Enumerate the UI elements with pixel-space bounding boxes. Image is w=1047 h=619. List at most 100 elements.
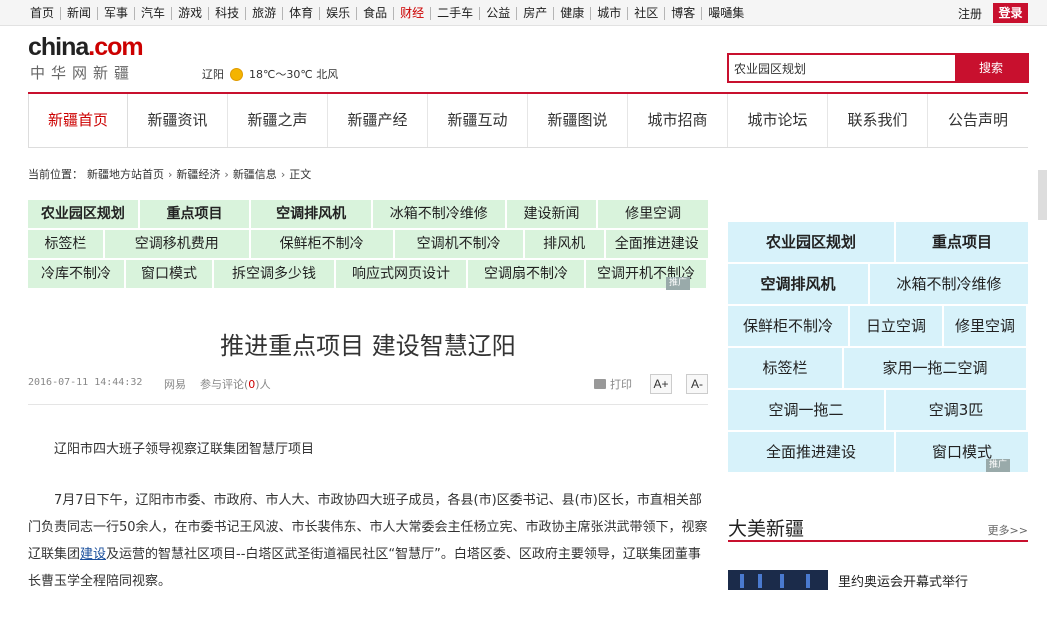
tag-link[interactable]: 响应式网页设计 (336, 260, 466, 288)
weather-text: 18℃～30℃ 北风 (249, 68, 339, 81)
article-source: 网易 (164, 378, 186, 391)
weather-widget: 辽阳 18℃～30℃ 北风 (202, 66, 338, 82)
tag-link[interactable]: 空调一拖二 (728, 390, 884, 430)
tag-link[interactable]: 农业园区规划 (28, 200, 138, 228)
top-nav-item[interactable]: 汽车 (134, 6, 171, 20)
tag-row: 保鲜柜不制冷 日立空调 修里空调 (728, 306, 1028, 346)
top-nav-item[interactable]: 食品 (356, 6, 393, 20)
printer-icon (594, 379, 606, 389)
tag-link[interactable]: 空调排风机 (728, 264, 868, 304)
tag-link[interactable]: 标签栏 (728, 348, 842, 388)
top-nav-item[interactable]: 财经 (393, 6, 430, 20)
site-logo[interactable]: china.com 中华网新疆 (28, 34, 158, 86)
print-label: 打印 (610, 378, 632, 391)
news-item-link[interactable]: 里约奥运会开幕式举行 (838, 571, 968, 590)
tag-link[interactable]: 窗口模式 (126, 260, 212, 288)
tag-link[interactable]: 空调扇不制冷 (468, 260, 584, 288)
top-nav-item[interactable]: 城市 (590, 6, 627, 20)
top-nav-item[interactable]: 游戏 (171, 6, 208, 20)
top-nav-item[interactable]: 科技 (208, 6, 245, 20)
tag-link[interactable]: 保鲜柜不制冷 (250, 230, 393, 258)
scrollbar[interactable] (1038, 170, 1047, 220)
comment-link[interactable]: 参与评论(0)人 (200, 376, 271, 392)
tag-link[interactable]: 空调移机费用 (104, 230, 249, 258)
main-nav-item[interactable]: 新疆图说 (528, 94, 628, 147)
section-title: 大美新疆 (728, 518, 805, 540)
print-button[interactable]: 打印 (594, 376, 632, 392)
tag-link[interactable]: 空调排风机 (251, 200, 371, 228)
top-nav-item[interactable]: 二手车 (430, 6, 479, 20)
article-title: 推进重点项目 建设智慧辽阳 (220, 332, 516, 360)
main-nav-item[interactable]: 新疆之声 (228, 94, 328, 147)
tag-link[interactable]: 全面推进建设 (728, 432, 894, 472)
main-nav-item[interactable]: 新疆互动 (428, 94, 528, 147)
breadcrumb-item[interactable]: 新疆信息 (233, 166, 277, 182)
top-nav-item[interactable]: 健康 (553, 6, 590, 20)
top-nav-item[interactable]: 新闻 (60, 6, 97, 20)
tag-link[interactable]: 全面推进建设 (605, 230, 708, 258)
tag-link[interactable]: 农业园区规划 (728, 222, 894, 262)
font-decrease-button[interactable]: A- (686, 374, 708, 394)
tag-link[interactable]: 家用一拖二空调 (844, 348, 1026, 388)
tag-row: 标签栏 空调移机费用 保鲜柜不制冷 空调机不制冷 排风机 全面推进建设 (28, 230, 708, 258)
article-body: 辽阳市四大班子领导视察辽联集团智慧厅项目 7月7日下午，辽阳市市委、市政府、市人… (28, 436, 708, 619)
tag-link[interactable]: 保鲜柜不制冷 (728, 306, 848, 346)
top-nav-item[interactable]: 娱乐 (319, 6, 356, 20)
main-nav-item-active[interactable]: 新疆首页 (28, 94, 128, 147)
tag-link[interactable]: 冰箱不制冷维修 (372, 200, 505, 228)
article-meta: 2016-07-11 14:44:32 网易 参与评论(0)人 打印 A+ A- (28, 374, 708, 398)
main-nav-item[interactable]: 城市论坛 (728, 94, 828, 147)
breadcrumb-separator: › (224, 167, 229, 181)
divider (28, 404, 708, 405)
tag-link[interactable]: 重点项目 (139, 200, 250, 228)
top-nav-item[interactable]: 博客 (664, 6, 701, 20)
tag-link[interactable]: 修里空调 (598, 200, 708, 228)
breadcrumb-item[interactable]: 新疆地方站首页 (87, 166, 164, 182)
main-nav-item[interactable]: 新疆资讯 (128, 94, 228, 147)
main-nav-item[interactable]: 城市招商 (628, 94, 728, 147)
section-header: 大美新疆 更多>> (728, 502, 1028, 542)
paragraph-text: 及运营的智慧社区项目--白塔区武圣街道福民社区“智慧厅”。白塔区委、区政府主要领… (28, 547, 701, 589)
top-nav-item[interactable]: 社区 (627, 6, 664, 20)
tag-row: 空调一拖二 空调3匹 (728, 390, 1028, 430)
top-bar: 首页 新闻 军事 汽车 游戏 科技 旅游 体育 娱乐 食品 财经 二手车 公益 房产 健康 城市 社区 博客 嘬嗵集… (0, 0, 1047, 26)
news-thumbnail[interactable] (728, 570, 828, 590)
top-nav-item[interactable]: 公益 (479, 6, 516, 20)
tag-link[interactable]: 排风机 (524, 230, 604, 258)
breadcrumb: 当前位置： 新疆地方站首页 › 新疆经济 › 新疆信息 › 正文 (28, 166, 311, 182)
main-nav-item[interactable]: 新疆产经 (328, 94, 428, 147)
register-link[interactable]: 注册 (958, 5, 982, 22)
top-nav-item[interactable]: 房产 (516, 6, 553, 20)
logo-text: china (28, 33, 89, 61)
main-nav-item[interactable]: 联系我们 (828, 94, 928, 147)
tag-link[interactable]: 冰箱不制冷维修 (870, 264, 1028, 304)
top-nav-item[interactable]: 嘬嗵集 (701, 6, 750, 20)
tag-link[interactable]: 重点项目 (896, 222, 1028, 262)
tag-link[interactable]: 标签栏 (28, 230, 103, 258)
tag-link[interactable]: 日立空调 (850, 306, 942, 346)
search-button[interactable]: 搜索 (955, 55, 1027, 81)
tag-row: 冷库不制冷 窗口模式 拆空调多少钱 响应式网页设计 空调扇不制冷 空调开机不制冷 (28, 260, 708, 288)
top-nav-item[interactable]: 军事 (97, 6, 134, 20)
tag-cloud-side: 农业园区规划 重点项目 空调排风机 冰箱不制冷维修 保鲜柜不制冷 日立空调 修里空调 标签栏家… (728, 222, 1028, 474)
login-button[interactable]: 登录 (993, 3, 1028, 23)
main-nav-item[interactable]: 公告声明 (928, 94, 1028, 147)
top-nav-item[interactable]: 体育 (282, 6, 319, 20)
search-input[interactable] (729, 55, 955, 81)
top-nav-item[interactable]: 首页 (28, 6, 60, 20)
search-box: 搜索 (727, 53, 1029, 83)
tag-row: 全面推进建设 窗口模式 (728, 432, 1028, 472)
tag-row: 农业园区规划 重点项目 空调排风机 冰箱不制冷维修 建设新闻 修里空调 (28, 200, 708, 228)
tag-link[interactable]: 空调机不制冷 (394, 230, 523, 258)
tag-link[interactable]: 修里空调 (944, 306, 1026, 346)
breadcrumb-separator: › (280, 167, 286, 181)
top-nav-item[interactable]: 旅游 (245, 6, 282, 20)
tag-link[interactable]: 拆空调多少钱 (214, 260, 334, 288)
breadcrumb-item[interactable]: 新疆经济 (176, 166, 220, 182)
more-link[interactable]: 更多>> (988, 522, 1028, 538)
tag-link[interactable]: 冷库不制冷 (28, 260, 124, 288)
tag-link[interactable]: 空调3匹 (886, 390, 1026, 430)
font-increase-button[interactable]: A+ (650, 374, 672, 394)
tag-link[interactable]: 建设新闻 (506, 200, 597, 228)
inline-link[interactable]: 建设 (80, 547, 106, 562)
